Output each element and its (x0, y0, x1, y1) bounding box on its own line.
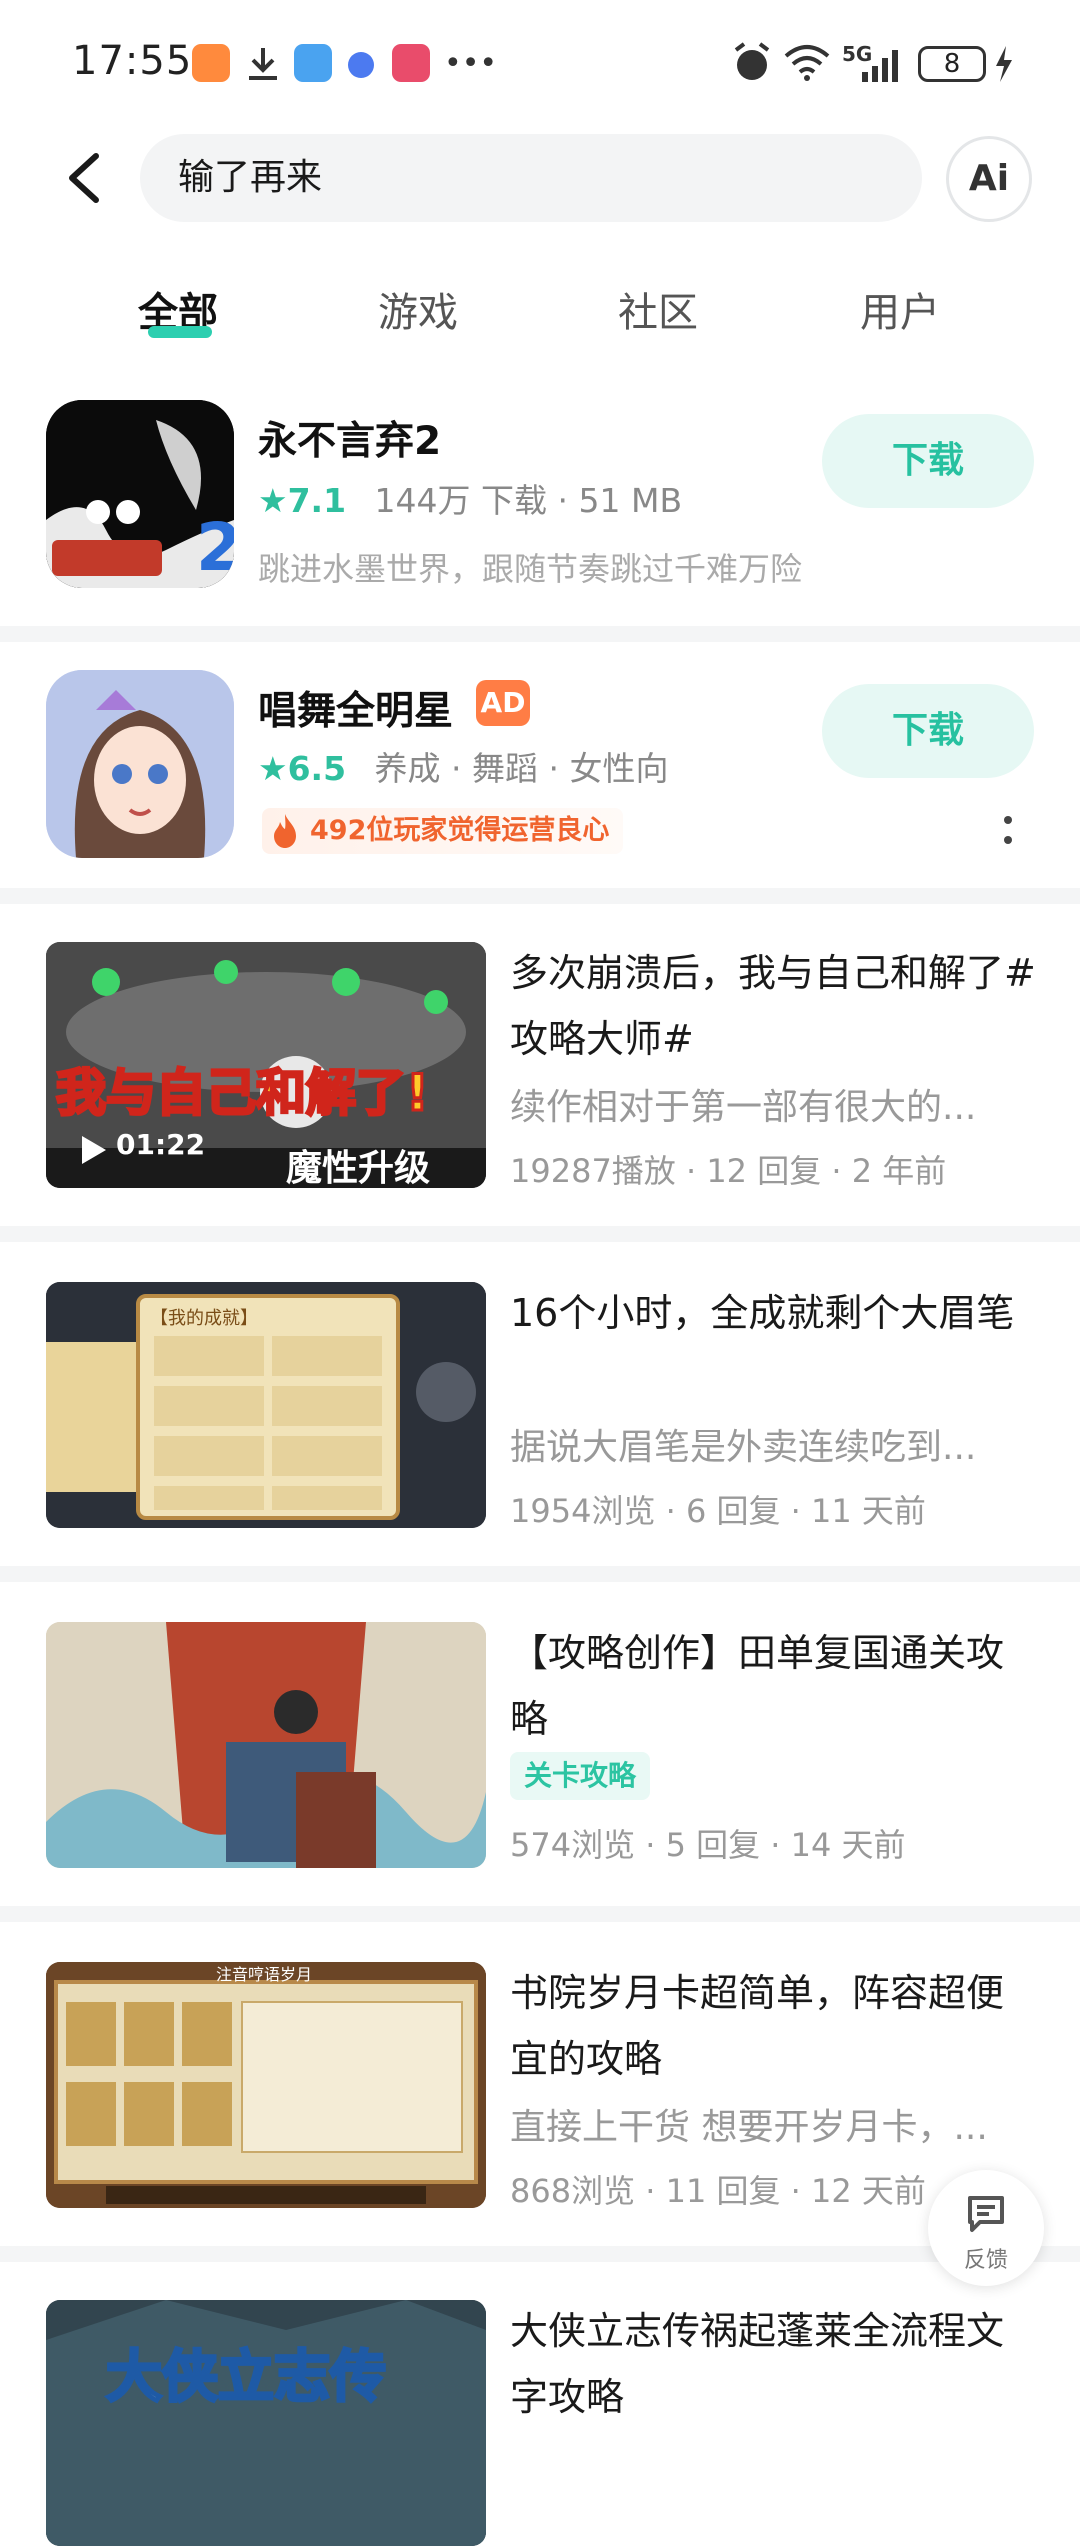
app-meta: ★7.1 144万 下载 · 51 MB (258, 474, 682, 522)
post-description: 直接上干货 想要开岁月卡，... (510, 2107, 988, 2148)
ad-badge: AD (476, 680, 530, 726)
hot-tag: 492位玩家觉得运营良心 (262, 808, 624, 854)
post-title[interactable]: 【攻略创作】田单复国通关攻略 (510, 1620, 1040, 1752)
app-name[interactable]: 唱舞全明星 (258, 680, 453, 736)
weather-icon (294, 44, 332, 82)
thumb-caption: 大侠立志传 (106, 2345, 386, 2410)
dot-icon (348, 52, 374, 78)
tab-games[interactable]: 游戏 (378, 280, 458, 338)
app-meta: ★6.5 养成 · 舞蹈 · 女性向 (258, 742, 669, 790)
post-thumbnail[interactable]: 【我的成就】 (46, 1282, 486, 1528)
download-button[interactable]: 下载 (822, 684, 1034, 778)
divider (0, 1226, 1080, 1242)
feedback-icon (968, 2196, 1004, 2232)
post-thumbnail[interactable]: 大侠立志传 (46, 2300, 486, 2546)
thumb-caption: 我与自己和解了! (56, 1064, 429, 1122)
hot-tag-text: 492位玩家觉得运营良心 (310, 815, 610, 846)
app-stats: 144万 下载 · 51 MB (374, 481, 683, 520)
post-tag[interactable]: 关卡攻略 (510, 1752, 651, 1800)
download-button[interactable]: 下载 (822, 414, 1034, 508)
tab-active-indicator (148, 326, 212, 338)
divider (0, 1906, 1080, 1922)
post-thumbnail[interactable]: 我与自己和解了! 魔性升级 01:22 (46, 942, 486, 1188)
app-icon[interactable] (46, 670, 234, 858)
app-notification-icon (192, 44, 230, 82)
search-input[interactable]: 输了再来 (140, 134, 922, 222)
signal-icon (862, 50, 898, 82)
post-title[interactable]: 书院岁月卡超简单，阵容超便宜的攻略 (510, 1960, 1040, 2092)
post-thumbnail[interactable]: 注音哼语岁月 (46, 1962, 486, 2208)
thumb-header: 注音哼语岁月 (216, 1965, 312, 1984)
post-title[interactable]: 16个小时，全成就剩个大眉笔 (510, 1280, 1040, 1346)
post-thumbnail[interactable] (46, 1622, 486, 1868)
divider (0, 888, 1080, 904)
post-stats: 868浏览 · 11 回复 · 12 天前 (510, 2172, 926, 2210)
app-rating: ★6.5 (258, 749, 347, 788)
post-title[interactable]: 多次崩溃后，我与自己和解了#攻略大师# (510, 940, 1040, 1072)
app-badge-icon (392, 44, 430, 82)
fire-icon (274, 814, 296, 848)
more-notifications-icon: ••• (444, 46, 498, 81)
svg-text:2: 2 (196, 509, 234, 586)
play-icon[interactable] (80, 1134, 108, 1166)
tab-users[interactable]: 用户 (860, 280, 940, 338)
post-stats: 1954浏览 · 6 回复 · 11 天前 (510, 1492, 926, 1530)
app-tags: 养成 · 舞蹈 · 女性向 (374, 749, 669, 788)
back-button[interactable] (56, 148, 116, 208)
alarm-icon (734, 42, 770, 80)
app-description: 跳进水墨世界，跟随节奏跳过千难万险 (258, 550, 803, 588)
video-duration: 01:22 (116, 1128, 206, 1161)
post-description: 据说大眉笔是外卖连续吃到... (510, 1427, 977, 1468)
divider (0, 626, 1080, 642)
wifi-icon (784, 45, 830, 81)
more-options-icon[interactable] (996, 812, 1020, 852)
tab-community[interactable]: 社区 (618, 280, 698, 338)
app-icon[interactable]: 2 (46, 400, 234, 588)
app-name[interactable]: 永不言弃2 (258, 410, 441, 466)
charging-icon (996, 46, 1012, 82)
post-stats: 19287播放 · 12 回复 · 2 年前 (510, 1152, 947, 1190)
feedback-button[interactable]: 反馈 (928, 2170, 1044, 2286)
thumb-header: 【我的成就】 (150, 1308, 258, 1329)
divider (0, 2246, 1080, 2262)
post-title[interactable]: 大侠立志传祸起蓬莱全流程文字攻略 (510, 2298, 1040, 2430)
app-rating: ★7.1 (258, 481, 347, 520)
thumb-bottom-text: 魔性升级 (286, 1148, 430, 1188)
download-icon (249, 48, 277, 80)
status-time: 17:55 (72, 38, 193, 84)
status-bar: 17:55 ••• 5G 8 (0, 0, 1080, 130)
ai-assistant-button[interactable]: Ai (946, 136, 1032, 222)
battery-indicator: 8 (918, 46, 986, 82)
post-description: 续作相对于第一部有很大的... (510, 1087, 977, 1128)
post-stats: 574浏览 · 5 回复 · 14 天前 (510, 1826, 906, 1864)
feedback-label: 反馈 (963, 2248, 1008, 2273)
divider (0, 1566, 1080, 1582)
